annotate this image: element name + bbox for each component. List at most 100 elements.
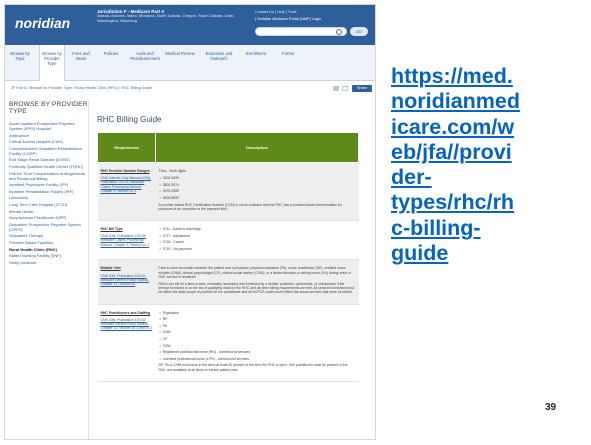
description-bullet: 3800-3974: [159, 183, 356, 187]
sidebar-item[interactable]: Inpatient Psychiatric Facility (IPF): [9, 182, 88, 187]
sidebar-item[interactable]: End Stage Renal Disease (ESRD): [9, 157, 88, 162]
nav-item[interactable]: Fees and News: [67, 51, 95, 61]
url-line[interactable]: noridianmed: [391, 89, 520, 113]
url-line[interactable]: guide: [391, 241, 448, 265]
print-icon[interactable]: [333, 86, 339, 91]
nav-item[interactable]: Education and Outreach: [201, 51, 237, 61]
site-header: noridian Jurisdiction F - Medicare Part …: [5, 5, 375, 45]
portal-login-link[interactable]: | Noridian Medicare Portal (NMP) Login: [255, 17, 321, 21]
sidebar-item[interactable]: Mental Health: [9, 209, 88, 214]
sidebar-item[interactable]: Federally Qualified Health Center (FQHC): [9, 164, 88, 169]
billing-guide-table: Requirement Description RHC Provider Num…: [97, 132, 359, 382]
nav-item[interactable]: Audit and Reimbursement: [129, 51, 161, 61]
description-bullet: NP: [159, 317, 356, 321]
header-requirement: Requirement: [97, 132, 156, 163]
description-text: Face-to-face encounter between the patie…: [158, 266, 351, 279]
sidebar-item[interactable]: Long Term Care Hospital (LTCH): [9, 202, 88, 207]
requirement-reference-link[interactable]: CMS IOM, Publication 100-02, Medicare Be…: [101, 318, 153, 330]
email-icon[interactable]: [342, 86, 348, 91]
nav-item[interactable]: Medical Review: [163, 51, 197, 56]
search-input[interactable]: [255, 27, 347, 36]
description-cell: Physicians NP PA CNM CP CSW Registered profess…: [155, 304, 359, 382]
description-bullet: 0719 - No payment: [159, 247, 356, 251]
description-bullet: Physicians: [159, 311, 356, 315]
description-bullet: Registered professional nurse (RN) - hom…: [159, 350, 356, 354]
sidebar-item[interactable]: Fee-for-Time Compensation Arrangements a…: [9, 171, 88, 181]
description-bullet: 3975-3989: [159, 189, 356, 193]
nav-item[interactable]: Browse by Topic: [7, 51, 33, 61]
table-row: RHC Practitioners and Staffing CMS IOM, P…: [97, 304, 359, 382]
main-nav: Browse by Topic Browse by Provider Type Fe…: [5, 45, 375, 81]
description-cell: 0711 - Admit to discharge 0717 - Adjustme…: [155, 220, 359, 261]
description-bullet: 0717 - Adjustment: [159, 234, 356, 238]
sidebar-item[interactable]: Outpatient Prospective Payment System (O…: [9, 222, 88, 232]
url-line[interactable]: https://med.: [391, 64, 513, 88]
table-header-row: Requirement Description: [97, 132, 359, 163]
description-bullet: 0718 - Cancel: [159, 240, 356, 244]
sidebar-item[interactable]: Acute Inpatient Prospective Payment Syst…: [9, 121, 88, 131]
breadcrumb[interactable]: JF Part A / Browse by Provider Type / Ru…: [11, 86, 152, 90]
url-line[interactable]: icare.com/w: [391, 115, 514, 139]
table-row: RHC Provider Number Ranges CMS Internet O…: [97, 162, 359, 221]
description-bullet: CSW: [159, 344, 356, 348]
nav-item[interactable]: Policies: [97, 51, 125, 56]
nav-item[interactable]: Enrollment: [241, 51, 271, 56]
description-note: A provider based RHC Certification Numbe…: [158, 202, 342, 211]
sidebar-item[interactable]: Ambulance: [9, 133, 88, 138]
header-description: Description: [155, 132, 359, 163]
description-text: RHCs can bill for a face-to-face, medica…: [158, 281, 354, 295]
description-bullet: 0711 - Admit to discharge: [159, 227, 356, 231]
requirement-name: RHC Bill Type: [100, 226, 123, 231]
requirement-cell: RHC Provider Number Ranges CMS Internet O…: [97, 162, 156, 221]
requirement-name: Billable Visit: [100, 266, 121, 271]
search-icon[interactable]: [336, 29, 342, 35]
description-bullet: CNM: [159, 330, 356, 334]
sidebar-item[interactable]: Skilled Nursing Facility (SNF): [9, 253, 88, 258]
page-title: RHC Billing Guide: [97, 115, 162, 124]
jurisdiction-states: Alaska, Arizona, Idaho, Montana, North D…: [97, 13, 235, 23]
breadcrumb-row: JF Part A / Browse by Provider Type / Ru…: [5, 83, 375, 95]
sidebar-item[interactable]: Outpatient Therapy: [9, 233, 88, 238]
requirement-name: RHC Provider Number Ranges: [100, 169, 150, 173]
description-bullet: Licensed professional nurse (LPN) - home…: [159, 357, 356, 361]
sidebar-title: BROWSE BY PROVIDER TYPE: [9, 101, 88, 115]
requirement-cell: RHC Practitioners and Staffing CMS IOM, P…: [97, 304, 156, 382]
provider-type-sidebar: BROWSE BY PROVIDER TYPE Acute Inpatient …: [9, 101, 89, 439]
requirement-reference-link[interactable]: CMS IOM, Publication 100-04, Medicare Cl…: [101, 234, 150, 246]
search-go-button[interactable]: GO: [350, 27, 368, 36]
url-line[interactable]: types/rhc/rh: [391, 190, 514, 214]
requirement-cell: Billable Visit CMS IOM, Publication 100-0…: [97, 259, 156, 305]
website-screenshot: noridian Jurisdiction F - Medicare Part …: [4, 4, 376, 440]
sidebar-item[interactable]: Nonphysician Practitioner (NPP): [9, 215, 88, 220]
description-bullet: 3400-3499: [159, 176, 356, 180]
requirement-name: RHC Practitioners and Staffing: [100, 310, 151, 315]
guide-url-link[interactable]: https://med. noridianmed icare.com/w eb/jfa…: [391, 64, 576, 266]
description-text: Third - Sixth digits: [158, 169, 186, 173]
requirement-cell: RHC Bill Type CMS IOM, Publication 100-04…: [97, 220, 156, 261]
description-cell: Face-to-face encounter between the patie…: [155, 259, 359, 305]
share-button[interactable]: Share: [352, 85, 372, 92]
requirement-reference-link[interactable]: CMS Internet Only Manual (IOM), Publicat…: [101, 176, 152, 193]
table-row: Billable Visit CMS IOM, Publication 100-0…: [97, 259, 359, 305]
nav-item[interactable]: Browse by Provider Type: [39, 45, 65, 81]
sidebar-item[interactable]: Sleep Medicine: [9, 260, 88, 265]
slide-page-number: 39: [545, 402, 557, 413]
sidebar-item[interactable]: Inpatient Rehabilitation Facility (IRF): [9, 189, 88, 194]
sidebar-item[interactable]: Rural Health Clinic (RHC): [9, 247, 88, 252]
description-bullet: PA: [159, 324, 356, 328]
sidebar-item[interactable]: Provider Based Facilities: [9, 240, 88, 245]
url-line[interactable]: c-billing-: [391, 216, 481, 240]
sidebar-item[interactable]: Laboratory: [9, 195, 88, 200]
description-cell: Third - Sixth digits 3400-3499 3800-3974 39…: [155, 162, 359, 221]
sidebar-item[interactable]: Comprehensive Outpatient Rehabilitation …: [9, 146, 88, 156]
url-line[interactable]: der-: [391, 165, 432, 189]
requirement-reference-link[interactable]: CMS IOM, Publication 100-02, Medicare Be…: [101, 274, 149, 286]
url-line[interactable]: eb/jfa//provi: [391, 140, 512, 164]
top-links[interactable]: Contact Us | Help | Tools: [255, 10, 297, 14]
noridian-logo[interactable]: noridian: [15, 15, 70, 31]
main-content: RHC Billing Guide Requirement Descriptio…: [97, 101, 371, 382]
description-bullet: 8900-8999: [159, 196, 356, 200]
nav-item[interactable]: Forms: [275, 51, 301, 56]
sidebar-item[interactable]: Critical Access Hospital (CAH): [9, 139, 88, 144]
description-note: NP, PA or CNM must work in the clinic at…: [158, 363, 348, 372]
